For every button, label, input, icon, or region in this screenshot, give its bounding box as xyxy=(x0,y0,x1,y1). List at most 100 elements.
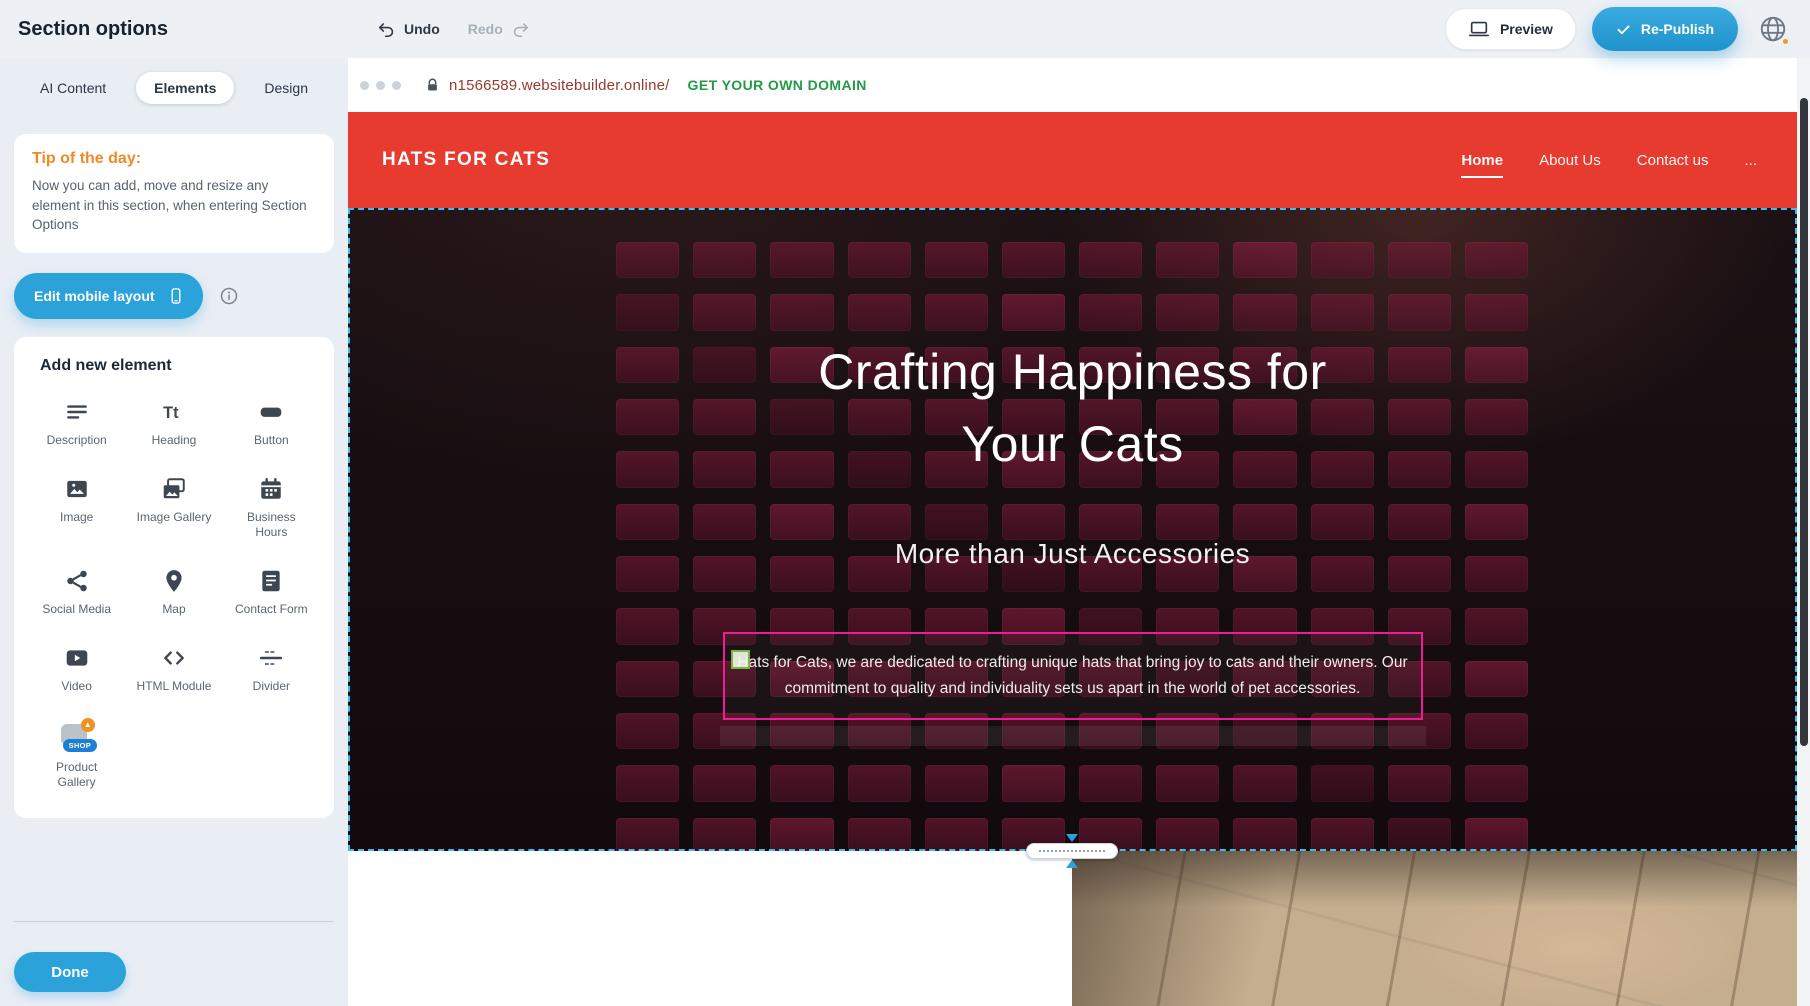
hero-tile xyxy=(1465,399,1528,435)
element-button[interactable]: Button xyxy=(223,399,320,448)
hero-section[interactable]: Crafting Happiness for Your Cats More th… xyxy=(348,208,1797,851)
hero-tile xyxy=(770,294,833,330)
hero-tile xyxy=(616,713,679,749)
element-label: Button xyxy=(254,433,289,448)
topbar-actions: Preview Re-Publish xyxy=(1445,7,1810,51)
business-hours-icon xyxy=(258,476,284,502)
hero-tile xyxy=(1079,504,1142,540)
monitor-icon xyxy=(1468,18,1490,40)
nav-about-us[interactable]: About Us xyxy=(1539,152,1601,169)
selected-text-element[interactable]: Hats for Cats, we are dedicated to craft… xyxy=(723,632,1423,720)
get-your-own-domain-link[interactable]: GET YOUR OWN DOMAIN xyxy=(688,77,867,93)
hero-tile xyxy=(1465,451,1528,487)
preview-label: Preview xyxy=(1500,21,1553,37)
element-html-module[interactable]: HTML Module xyxy=(125,645,222,694)
element-image[interactable]: Image xyxy=(28,476,125,540)
hero-tile xyxy=(693,818,756,851)
drag-handle[interactable] xyxy=(731,650,750,669)
site-preview: HATS FOR CATS Home About Us Contact us .… xyxy=(348,112,1797,1006)
hero-tile xyxy=(1388,818,1451,851)
redo-icon xyxy=(511,20,530,39)
hero-tile xyxy=(1002,294,1065,330)
hero-tile xyxy=(1233,504,1296,540)
tip-body: Now you can add, move and resize any ele… xyxy=(32,176,316,235)
scrollbar-thumb[interactable] xyxy=(1800,98,1808,746)
hero-tile xyxy=(1465,556,1528,592)
element-map[interactable]: Map xyxy=(125,568,222,617)
hero-tile xyxy=(616,661,679,697)
republish-button[interactable]: Re-Publish xyxy=(1592,7,1738,51)
add-element-card: Add new element Description Tt Heading B… xyxy=(14,337,334,818)
video-icon xyxy=(64,645,90,671)
redo-label: Redo xyxy=(468,21,503,37)
site-url[interactable]: n1566589.websitebuilder.online/ xyxy=(449,77,670,94)
shop-badge-label: SHOP xyxy=(63,739,97,752)
element-heading[interactable]: Tt Heading xyxy=(125,399,222,448)
hero-tile xyxy=(1311,294,1374,330)
hero-tile xyxy=(770,242,833,278)
element-label: Image Gallery xyxy=(137,510,212,525)
hero-tile xyxy=(770,556,833,592)
hero-tile xyxy=(1388,504,1451,540)
section-options-sidebar: AI Content Elements Design Tip of the da… xyxy=(0,58,348,1006)
hero-tile xyxy=(1233,294,1296,330)
info-icon xyxy=(219,286,239,306)
nav-home[interactable]: Home xyxy=(1461,152,1503,169)
element-business-hours[interactable]: Business Hours xyxy=(223,476,320,540)
element-contact-form[interactable]: Contact Form xyxy=(223,568,320,617)
element-product-gallery[interactable]: ▲ SHOP Product Gallery xyxy=(28,722,125,790)
product-gallery-icon: ▲ SHOP xyxy=(57,722,97,752)
hero-tile xyxy=(1465,294,1528,330)
element-divider[interactable]: Divider xyxy=(223,645,320,694)
mobile-layout-info-button[interactable] xyxy=(219,286,239,306)
done-button[interactable]: Done xyxy=(14,952,126,992)
hero-tile xyxy=(1465,504,1528,540)
hero-tile xyxy=(925,765,988,801)
html-module-icon xyxy=(161,645,187,671)
undo-button[interactable]: Undo xyxy=(377,20,440,39)
hero-tile xyxy=(1156,818,1219,851)
tab-design[interactable]: Design xyxy=(246,72,326,104)
hero-tile xyxy=(1233,242,1296,278)
element-label: HTML Module xyxy=(137,679,212,694)
arrow-up-icon xyxy=(1066,860,1078,868)
hero-subheading[interactable]: More than Just Accessories xyxy=(895,538,1250,570)
hero-tile xyxy=(1465,347,1528,383)
page-title: Section options xyxy=(18,18,168,41)
site-logo[interactable]: HATS FOR CATS xyxy=(382,149,550,171)
hero-tile xyxy=(1233,765,1296,801)
hero-tile xyxy=(848,818,911,851)
section-resize-handle[interactable] xyxy=(1026,834,1118,868)
hero-tile xyxy=(693,504,756,540)
element-social-media[interactable]: Social Media xyxy=(28,568,125,617)
image-gallery-icon xyxy=(161,476,187,502)
description-icon xyxy=(64,399,90,425)
hero-tile xyxy=(616,399,679,435)
redo-button[interactable]: Redo xyxy=(468,20,530,39)
hero-tile xyxy=(1079,294,1142,330)
hero-tile xyxy=(925,818,988,851)
language-globe-button[interactable] xyxy=(1754,10,1792,48)
element-label: Video xyxy=(61,679,91,694)
mobile-layout-row: Edit mobile layout xyxy=(14,273,334,319)
hero-tile xyxy=(770,765,833,801)
nav-more[interactable]: ... xyxy=(1744,152,1757,169)
tip-of-the-day-card: Tip of the day: Now you can add, move an… xyxy=(14,134,334,253)
tab-elements[interactable]: Elements xyxy=(136,72,234,104)
scrollbar-track[interactable] xyxy=(1797,58,1810,1006)
element-description[interactable]: Description xyxy=(28,399,125,448)
hero-heading[interactable]: Crafting Happiness for Your Cats xyxy=(763,336,1383,480)
nav-contact-us[interactable]: Contact us xyxy=(1637,152,1709,169)
element-label: Image xyxy=(60,510,93,525)
hero-tile xyxy=(1002,765,1065,801)
tab-ai-content[interactable]: AI Content xyxy=(22,72,124,104)
element-label: Heading xyxy=(152,433,197,448)
social-media-icon xyxy=(64,568,90,594)
element-image-gallery[interactable]: Image Gallery xyxy=(125,476,222,540)
edit-mobile-layout-button[interactable]: Edit mobile layout xyxy=(14,273,203,319)
next-section-blank xyxy=(348,851,1072,1006)
window-dots xyxy=(360,81,401,90)
element-video[interactable]: Video xyxy=(28,645,125,694)
preview-button[interactable]: Preview xyxy=(1445,8,1576,50)
element-label: Divider xyxy=(253,679,290,694)
